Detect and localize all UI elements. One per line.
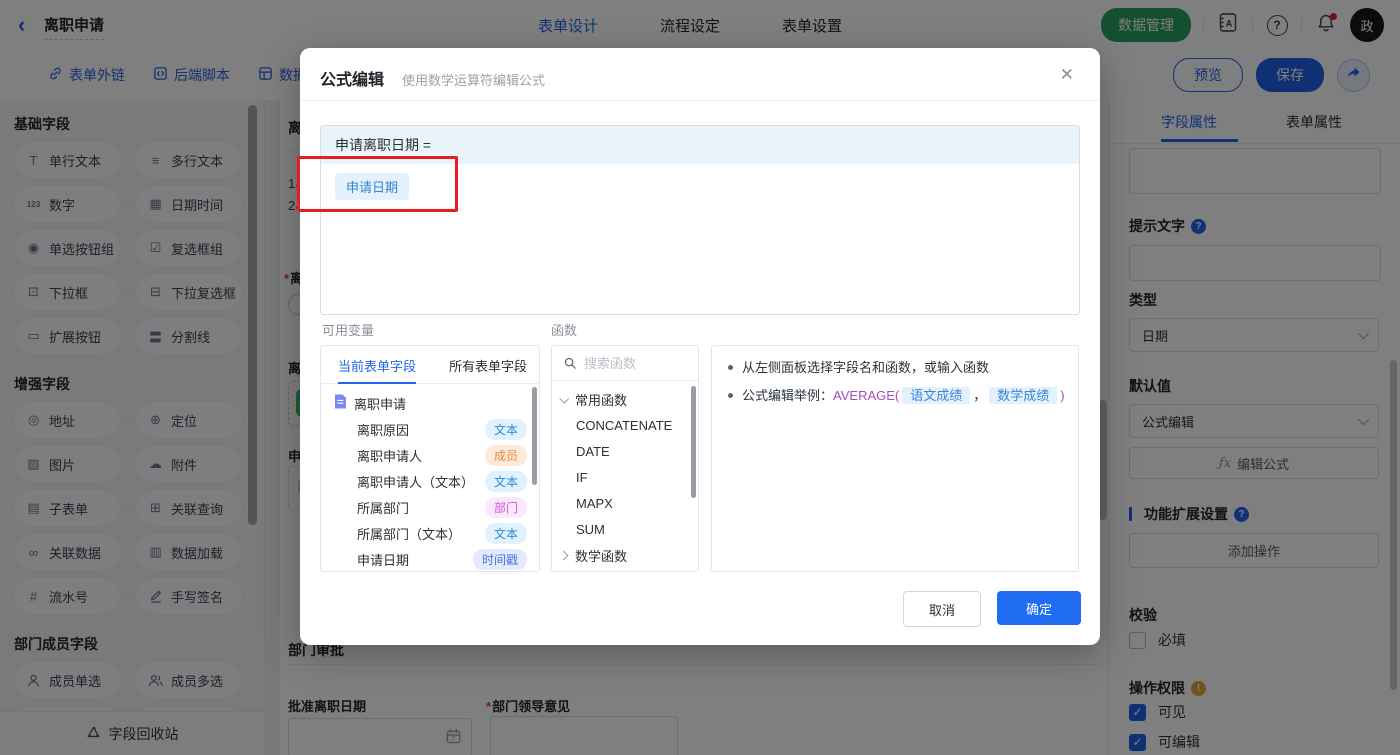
function-group-label: 数学函数 [575,548,628,564]
modal-header: 公式编辑 使用数学运算符编辑公式 [320,66,545,90]
tab-all-form-fields[interactable]: 所有表单字段 [449,356,527,375]
function-group-row[interactable]: 文本函数 [552,568,698,573]
variable-type-tag: 部门 [484,497,527,518]
tips-panel: 从左侧面板选择字段名和函数，或输入函数 公式编辑举例：AVERAGE(语文成绩，… [711,345,1079,572]
function-item[interactable]: IF [552,464,698,490]
chevron-down-icon [559,393,570,404]
variables-panel: 当前表单字段 所有表单字段 离职申请 离职原因 文本 离职申请人 成员 离职申请人（文本）… [320,345,540,572]
formula-editor[interactable]: 申请离职日期 = 申请日期 [320,125,1080,315]
variable-row[interactable]: 离职原因 文本 [321,416,539,442]
function-group-label: 常用函数 [575,392,628,408]
variable-row[interactable]: 离职申请人（文本） 文本 [321,468,539,494]
variable-type-tag: 时间戳 [472,549,527,570]
variables-root-row[interactable]: 离职申请 [321,390,539,416]
search-icon [563,356,577,375]
variables-tabs: 当前表单字段 所有表单字段 [321,346,539,384]
variable-type-tag: 成员 [484,445,527,466]
variable-row[interactable]: 离职申请人 成员 [321,442,539,468]
functions-panel: 常用函数 CONCATENATEDATEIFMAPXSUM 数学函数文本函数 [551,345,699,572]
variable-row[interactable]: 申请日期 时间戳 [321,546,539,571]
function-name: AVERAGE( [833,388,900,403]
tip-line: 从左侧面板选择字段名和函数，或输入函数 [728,359,1068,376]
variable-row[interactable]: 所属部门 部门 [321,494,539,520]
confirm-button[interactable]: 确定 [997,591,1081,625]
function-item[interactable]: CONCATENATE [552,412,698,438]
variable-row[interactable]: 所属部门（文本） 文本 [321,520,539,546]
function-item[interactable]: SUM [552,516,698,542]
doc-icon [334,394,347,412]
formula-edit-modal: 公式编辑 使用数学运算符编辑公式 ✕ 申请离职日期 = 申请日期 可用变量 函数… [300,48,1100,645]
cancel-button[interactable]: 取消 [903,591,981,627]
example-field-tag: 语文成绩 [902,387,971,404]
bullet-icon [728,393,733,398]
variable-name: 所属部门 [357,500,410,516]
tab-current-form-fields[interactable]: 当前表单字段 [338,356,417,384]
divider [300,100,1100,101]
function-item[interactable]: MAPX [552,490,698,516]
chevron-right-icon [558,550,569,560]
modal-subtitle: 使用数学运算符编辑公式 [402,73,546,88]
tip-example-line: 公式编辑举例：AVERAGE(语文成绩，数学成绩) [728,387,1068,404]
variable-name: 离职申请人 [357,448,423,464]
function-group-label: 文本函数 [575,572,627,573]
variable-name: 申请日期 [357,552,410,568]
function-group-row[interactable]: 常用函数 [552,386,698,412]
function-group-row[interactable]: 数学函数 [552,542,698,568]
close-icon[interactable]: ✕ [1060,65,1074,85]
variable-type-tag: 文本 [484,419,527,440]
variables-scrollbar[interactable] [532,387,537,485]
variable-name: 离职申请人（文本） [357,474,475,490]
example-field-tag: 数学成绩 [989,387,1058,404]
variable-name: 离职原因 [357,422,410,438]
function-item[interactable]: DATE [552,438,698,464]
modal-title: 公式编辑 [320,72,385,89]
variables-label: 可用变量 [322,323,375,338]
bullet-icon [728,365,733,370]
annotation-highlight-box [297,156,458,212]
variables-root-label: 离职申请 [354,396,407,412]
functions-scrollbar[interactable] [691,386,696,498]
functions-label: 函数 [551,323,578,338]
variable-type-tag: 文本 [484,471,527,492]
variable-type-tag: 文本 [484,523,527,544]
variable-name: 所属部门（文本） [357,526,462,542]
